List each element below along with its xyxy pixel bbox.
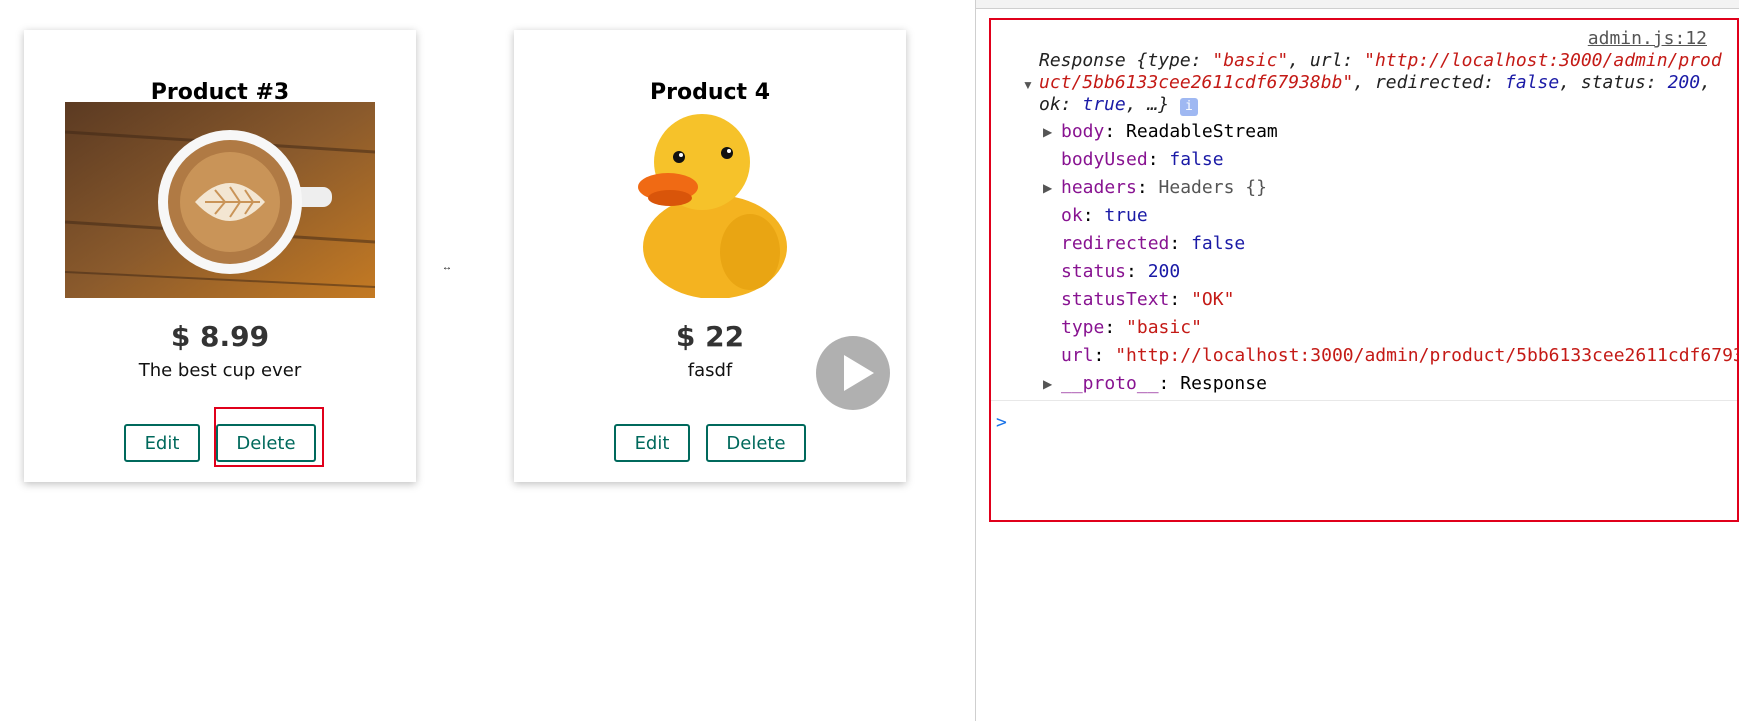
console-prompt[interactable]: >	[996, 412, 1007, 433]
console-prop-row: status: 200	[1061, 261, 1181, 282]
product-image-rubber-duck	[638, 114, 787, 298]
console-divider	[991, 400, 1737, 401]
product-card: Product 4 $ 22 fasdf Edit Delete	[514, 30, 906, 482]
edit-button[interactable]: Edit	[124, 424, 200, 462]
triangle-right-icon[interactable]: ▶	[1043, 125, 1052, 139]
delete-button[interactable]: Delete	[706, 424, 806, 462]
console-prop-row: body: ReadableStream	[1061, 121, 1278, 142]
triangle-down-icon[interactable]: ▼	[1022, 78, 1034, 92]
info-icon[interactable]: i	[1179, 98, 1198, 116]
product-price: $ 8.99	[170, 320, 270, 353]
console-prop-row: statusText: "OK"	[1061, 289, 1235, 310]
console-response-summary[interactable]: Response {type: "basic", url: "http://lo…	[1039, 50, 1729, 116]
edit-button[interactable]: Edit	[614, 424, 690, 462]
console-source-link[interactable]: admin.js:12	[1588, 28, 1707, 49]
delete-highlight-box	[214, 407, 324, 467]
resize-cursor-icon: ↔	[442, 262, 452, 273]
console-prop-row: bodyUsed: false	[1061, 149, 1224, 170]
product-description: The best cup ever	[138, 360, 302, 381]
product-image-coffee	[65, 102, 375, 298]
console-toolbar	[976, 0, 1739, 9]
console-prop-row: headers: Headers {}	[1061, 177, 1267, 198]
console-prop-row: redirected: false	[1061, 233, 1246, 254]
page-content: Product #3 $ 8.99 The best cup ever Edit	[0, 0, 975, 721]
console-prop-row: __proto__: Response	[1061, 373, 1267, 394]
play-icon[interactable]	[816, 336, 890, 410]
devtools-console-panel: admin.js:12 ▼ Response {type: "basic", u…	[975, 0, 1739, 721]
triangle-right-icon[interactable]: ▶	[1043, 377, 1052, 391]
console-prop-row: ok: true	[1061, 205, 1148, 226]
console-prop-row: type: "basic"	[1061, 317, 1202, 338]
console-prop-row: url: "http://localhost:3000/admin/produc…	[1061, 345, 1739, 366]
triangle-right-icon[interactable]: ▶	[1043, 181, 1052, 195]
console-output-highlight: admin.js:12 ▼ Response {type: "basic", u…	[989, 18, 1739, 522]
